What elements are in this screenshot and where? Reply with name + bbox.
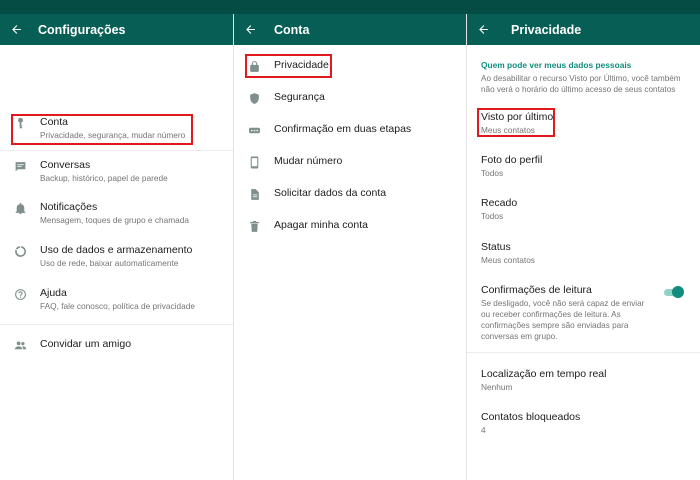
item-label: Conversas <box>40 159 91 171</box>
privacy-item-confirmacoes-de-leitura[interactable]: Confirmações de leitura Se desligado, vo… <box>481 284 652 342</box>
item-subtitle: Mensagem, toques de grupo e chamada <box>40 215 189 225</box>
toggle-knob <box>672 286 684 298</box>
app-bar: Privacidade <box>467 14 700 45</box>
item-label: Solicitar dados da conta <box>274 187 387 199</box>
item-label: Mudar número <box>274 155 343 167</box>
phone-swap-icon <box>234 155 274 169</box>
item-description: Se desligado, você não será capaz de env… <box>481 299 645 341</box>
section-header: Quem pode ver meus dados pessoais <box>481 60 632 70</box>
item-label: Segurança <box>274 91 325 103</box>
account-item-seguranca[interactable]: Segurança <box>234 91 466 105</box>
item-label: Localização em tempo real <box>481 368 607 380</box>
settings-item-uso-de-dados[interactable]: Uso de dados e armazenamento Uso de rede… <box>0 244 233 269</box>
highlight-box <box>245 54 332 78</box>
app-bar: Conta <box>234 14 466 45</box>
item-label: Recado <box>481 197 518 209</box>
item-subtitle: Uso de rede, baixar automaticamente <box>40 258 179 268</box>
item-label: Confirmações de leitura <box>481 284 592 296</box>
item-value: Todos <box>481 168 504 178</box>
item-value: 4 <box>481 425 486 435</box>
section-description: Ao desabilitar o recurso Visto por Últim… <box>481 74 681 94</box>
settings-item-convidar[interactable]: Convidar um amigo <box>0 338 233 352</box>
item-label: Uso de dados e armazenamento <box>40 244 193 256</box>
app-bar: Configurações <box>0 14 233 45</box>
divider <box>467 352 700 353</box>
privacy-item-localizacao[interactable]: Localização em tempo real Nenhum <box>481 368 686 393</box>
item-subtitle: FAQ, fale conosco, política de privacida… <box>40 301 195 311</box>
back-arrow-icon[interactable] <box>0 23 32 36</box>
page-title: Privacidade <box>511 22 582 37</box>
divider <box>0 150 233 151</box>
settings-item-ajuda[interactable]: Ajuda FAQ, fale conosco, política de pri… <box>0 287 233 312</box>
settings-item-conversas[interactable]: Conversas Backup, histórico, papel de pa… <box>0 159 233 184</box>
item-label: Confirmação em duas etapas <box>274 123 412 135</box>
chat-icon <box>0 159 40 173</box>
item-label: Apagar minha conta <box>274 219 368 231</box>
item-label: Foto do perfil <box>481 154 543 166</box>
account-item-mudar-numero[interactable]: Mudar número <box>234 155 466 169</box>
privacy-section: Quem pode ver meus dados pessoais Ao des… <box>481 60 686 95</box>
help-icon <box>0 287 40 301</box>
privacy-item-foto-do-perfil[interactable]: Foto do perfil Todos <box>481 154 686 179</box>
bell-icon <box>0 201 40 215</box>
document-icon <box>234 187 274 201</box>
settings-screen: Configurações Conta Privacidade, seguran… <box>0 14 233 480</box>
divider <box>0 324 233 325</box>
account-item-solicitar-dados[interactable]: Solicitar dados da conta <box>234 187 466 201</box>
dots-icon <box>234 123 274 137</box>
trash-icon <box>234 219 274 233</box>
settings-item-notificacoes[interactable]: Notificações Mensagem, toques de grupo e… <box>0 201 233 226</box>
back-arrow-icon[interactable] <box>467 23 499 36</box>
account-item-apagar-conta[interactable]: Apagar minha conta <box>234 219 466 233</box>
item-value: Meus contatos <box>481 255 535 265</box>
privacy-item-status[interactable]: Status Meus contatos <box>481 241 686 266</box>
shield-icon <box>234 91 274 105</box>
item-value: Nenhum <box>481 382 513 392</box>
item-label: Ajuda <box>40 287 67 299</box>
privacy-item-contatos-bloqueados[interactable]: Contatos bloqueados 4 <box>481 411 686 436</box>
item-subtitle: Backup, histórico, papel de parede <box>40 173 168 183</box>
item-label: Contatos bloqueados <box>481 411 581 423</box>
highlight-box <box>477 108 555 137</box>
account-screen: Conta Privacidade Segurança Confirmação … <box>233 14 466 480</box>
back-arrow-icon[interactable] <box>234 23 266 36</box>
privacy-item-recado[interactable]: Recado Todos <box>481 197 686 222</box>
privacy-screen: Privacidade Quem pode ver meus dados pes… <box>466 14 700 480</box>
highlight-box <box>11 114 193 145</box>
item-label: Status <box>481 241 511 253</box>
item-value: Todos <box>481 211 504 221</box>
people-icon <box>0 338 40 352</box>
data-usage-icon <box>0 244 40 258</box>
status-bar <box>0 0 700 14</box>
account-item-duas-etapas[interactable]: Confirmação em duas etapas <box>234 123 466 137</box>
page-title: Configurações <box>38 22 126 37</box>
page-title: Conta <box>274 22 310 37</box>
read-receipts-toggle[interactable] <box>662 286 684 298</box>
item-label: Convidar um amigo <box>40 338 132 350</box>
item-label: Notificações <box>40 201 98 213</box>
